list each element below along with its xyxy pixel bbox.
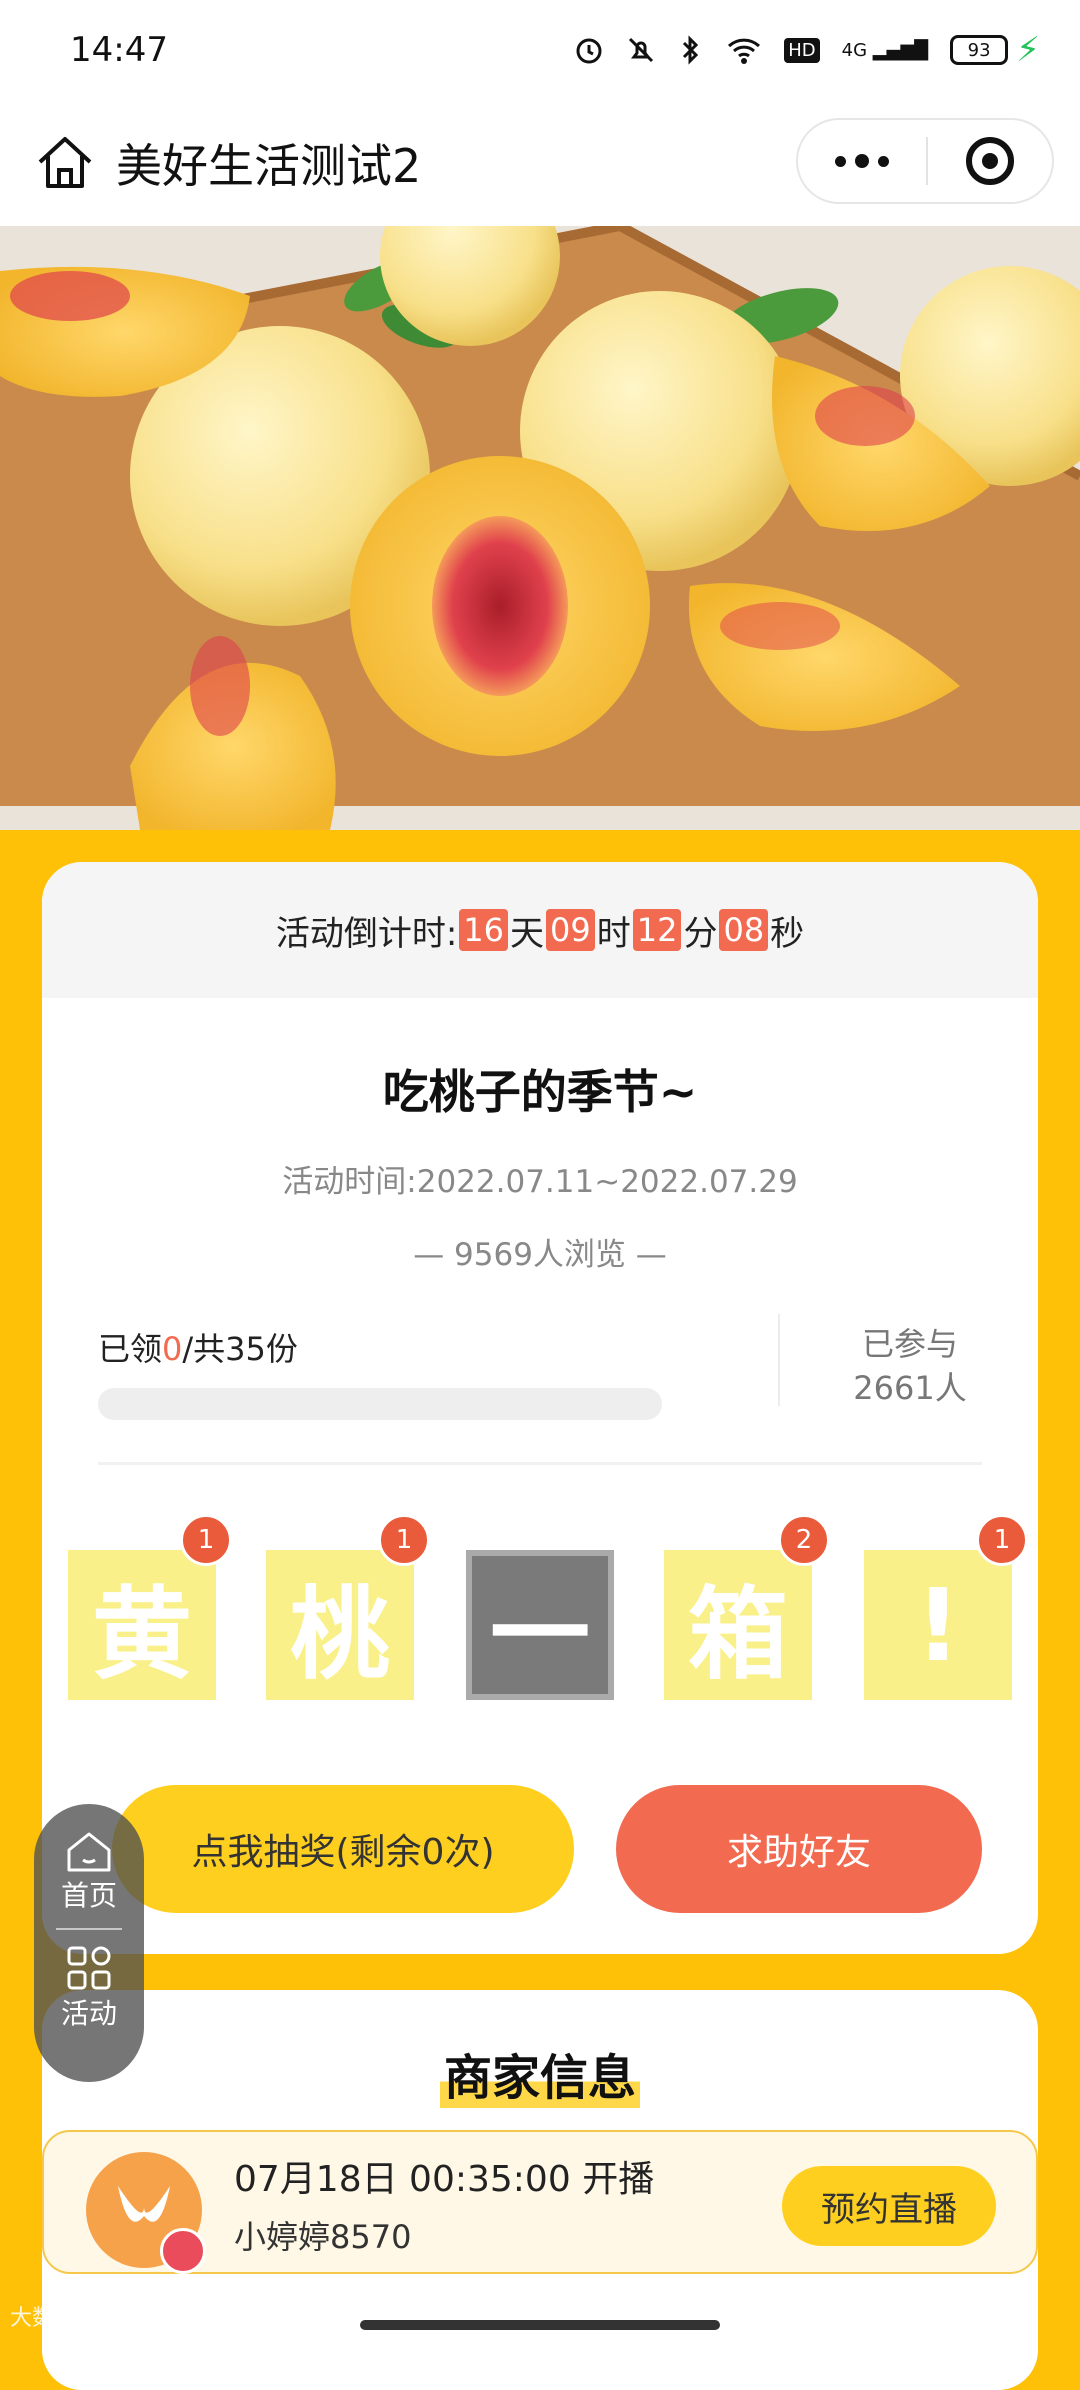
charging-icon: ⚡ bbox=[1016, 30, 1040, 70]
peach-illustration bbox=[0, 226, 1080, 830]
countdown: 活动倒计时: 16 天 09 时 12 分 08 秒 bbox=[42, 862, 1038, 998]
merchant-title-text: 商家信息 bbox=[439, 2038, 640, 2108]
status-bar: 14:47 HD 4G ▂▄▆█ 93 ⚡ bbox=[0, 0, 1080, 100]
network-label: 4G bbox=[841, 39, 868, 61]
letter-char: ! bbox=[915, 1566, 961, 1684]
nav-home-label: 首页 bbox=[60, 1879, 117, 1912]
live-start-time: 07月18日 00:35:00 开播 bbox=[234, 2159, 655, 2200]
letter-card[interactable]: 箱 bbox=[664, 1550, 812, 1700]
status-time: 14:47 bbox=[70, 30, 168, 70]
claimed-text: 已领0/共35份 bbox=[98, 1324, 298, 1370]
home-icon bbox=[67, 1832, 111, 1872]
prize-progress: 已领0/共35份 已参与 2661人 bbox=[42, 1314, 1038, 1465]
letter-char: 黄 bbox=[92, 1575, 192, 1693]
progress-bar bbox=[98, 1388, 662, 1420]
letter-count-badge: 1 bbox=[378, 1514, 430, 1566]
draw-button[interactable]: 点我抽奖(剩余0次) bbox=[112, 1785, 574, 1913]
battery-icon: 93 bbox=[950, 35, 1009, 65]
streamer-name: 小婷婷8570 bbox=[234, 2218, 412, 2256]
nav-home[interactable]: 首页 bbox=[61, 1830, 117, 1914]
claimed-count: 0 bbox=[162, 1330, 183, 1368]
target-icon bbox=[966, 137, 1014, 185]
live-reminder-bar[interactable]: 07月18日 00:35:00 开播 小婷婷8570 预约直播 bbox=[42, 2130, 1038, 2274]
joined-stat: 已参与 2661人 bbox=[782, 1322, 1038, 1410]
countdown-days: 16 bbox=[459, 909, 509, 951]
letter-count-badge: 2 bbox=[778, 1514, 830, 1566]
letter-card[interactable]: 黄 bbox=[68, 1550, 216, 1700]
grid-icon bbox=[67, 1946, 111, 1990]
miniprogram-capsule bbox=[796, 118, 1054, 204]
hd-icon: HD bbox=[784, 37, 820, 63]
mute-icon bbox=[629, 37, 654, 63]
nav-bar: 美好生活测试2 bbox=[0, 100, 1080, 226]
status-icons: HD 4G ▂▄▆█ 93 ⚡ bbox=[574, 30, 1040, 70]
banner-image bbox=[0, 226, 1080, 830]
countdown-hours: 09 bbox=[546, 909, 595, 951]
progress-divider bbox=[778, 1314, 780, 1406]
merchant-title: 商家信息 bbox=[42, 2038, 1038, 2108]
letter-count-badge: 1 bbox=[976, 1514, 1028, 1566]
book-live-button[interactable]: 预约直播 bbox=[782, 2166, 996, 2246]
joined-label: 已参与 bbox=[861, 1325, 958, 1363]
nav-divider bbox=[56, 1928, 122, 1930]
letter-char: 一 bbox=[490, 1575, 590, 1693]
page-title: 美好生活测试2 bbox=[116, 139, 422, 193]
battery-level: 93 bbox=[967, 39, 991, 61]
joined-count: 2661人 bbox=[853, 1369, 967, 1407]
second-unit: 秒 bbox=[770, 913, 805, 954]
gesture-bar[interactable] bbox=[360, 2320, 720, 2330]
letter-card-missing[interactable]: 一 bbox=[466, 1550, 614, 1700]
letter-char: 箱 bbox=[688, 1575, 788, 1693]
home-icon[interactable] bbox=[34, 132, 96, 194]
floating-nav: 首页 活动 bbox=[34, 1804, 144, 2082]
ask-friend-button[interactable]: 求助好友 bbox=[616, 1785, 982, 1913]
claimed-prefix: 已领 bbox=[98, 1330, 163, 1368]
wifi-icon bbox=[728, 38, 761, 64]
nav-activity[interactable]: 活动 bbox=[61, 1944, 117, 2032]
streamer-avatar bbox=[86, 2152, 206, 2274]
letter-card[interactable]: ! bbox=[864, 1550, 1012, 1700]
minute-unit: 分 bbox=[683, 913, 718, 954]
collect-letters: 黄 1 桃 1 一 箱 2 ! 1 bbox=[42, 1514, 1038, 1700]
view-count: — 9569人浏览 — bbox=[413, 1237, 667, 1273]
activity-card: 活动倒计时: 16 天 09 时 12 分 08 秒 吃桃子的季节~ 活动时间:2022… bbox=[42, 862, 1038, 1954]
watermark: 大数据 bbox=[10, 2306, 77, 2331]
claimed-suffix: /共35份 bbox=[182, 1330, 298, 1368]
activity-title: 吃桃子的季节~ bbox=[382, 1065, 698, 1119]
bell-icon bbox=[160, 2228, 206, 2274]
signal-icon: 4G ▂▄▆█ bbox=[841, 39, 929, 61]
countdown-seconds: 08 bbox=[719, 909, 769, 951]
countdown-minutes: 12 bbox=[632, 909, 682, 951]
section-divider bbox=[98, 1462, 982, 1465]
activity-time: 活动时间:2022.07.11~2022.07.29 bbox=[282, 1164, 798, 1200]
letter-char: 桃 bbox=[290, 1575, 390, 1693]
nav-activity-label: 活动 bbox=[60, 1997, 117, 2030]
hour-unit: 时 bbox=[596, 913, 631, 954]
day-unit: 天 bbox=[510, 913, 545, 954]
letter-card[interactable]: 桃 bbox=[266, 1550, 414, 1700]
countdown-label: 活动倒计时: bbox=[275, 913, 458, 954]
bluetooth-icon bbox=[683, 35, 699, 65]
more-button[interactable] bbox=[798, 120, 926, 202]
alarm-icon bbox=[576, 38, 602, 64]
letter-count-badge: 1 bbox=[180, 1514, 232, 1566]
close-button[interactable] bbox=[928, 137, 1052, 185]
